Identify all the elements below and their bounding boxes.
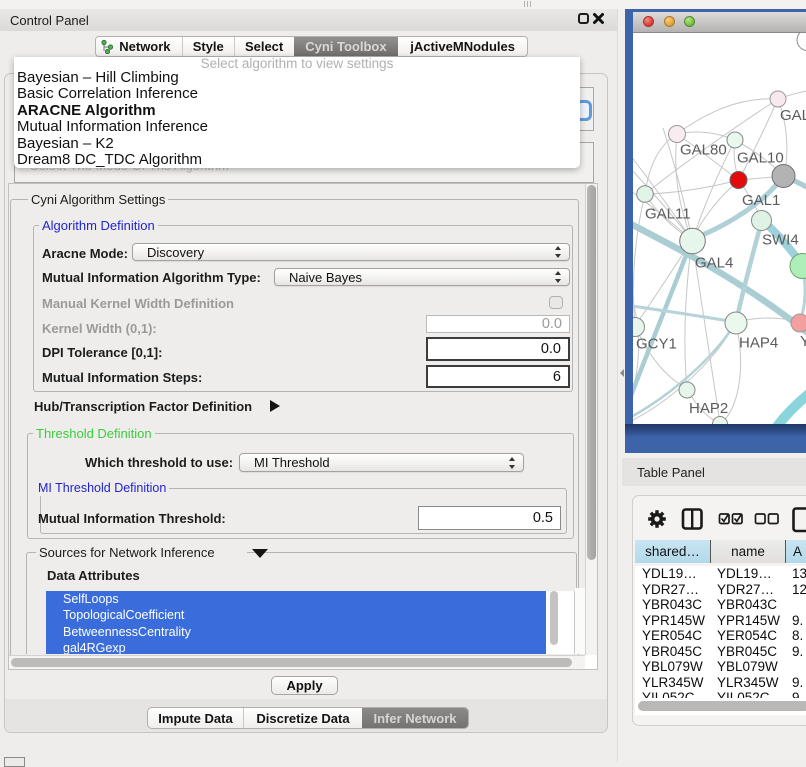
svg-text:GAL4: GAL4	[695, 255, 733, 272]
svg-text:GAL1: GAL1	[742, 192, 780, 209]
svg-text:GCY1: GCY1	[636, 336, 677, 353]
svg-text:HAP2: HAP2	[689, 400, 728, 417]
svg-text:GAL10: GAL10	[737, 150, 784, 167]
svg-text:HAP4: HAP4	[739, 335, 778, 352]
svg-text:Y: Y	[800, 333, 806, 350]
svg-text:GAL80: GAL80	[680, 142, 727, 159]
svg-text:GAL7: GAL7	[780, 107, 806, 124]
svg-text:GAL11: GAL11	[645, 206, 691, 223]
svg-text:SWI4: SWI4	[762, 232, 799, 249]
